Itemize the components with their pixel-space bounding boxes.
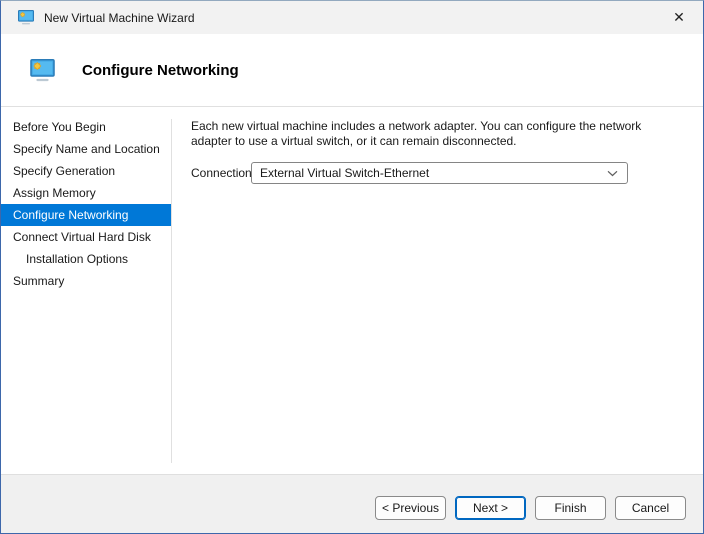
next-button[interactable]: Next >	[455, 496, 526, 520]
wizard-button-label: Next >	[472, 501, 508, 515]
chevron-down-icon	[607, 170, 618, 177]
wizard-page-icon	[30, 58, 55, 82]
sidebar-divider	[171, 119, 172, 463]
wizard-button-label: < Previous	[381, 501, 440, 515]
connection-selected-value: External Virtual Switch-Ethernet	[260, 166, 430, 180]
previous-button[interactable]: < Previous	[375, 496, 446, 520]
wizard-footer: < Previous Next > Finish Cancel	[1, 474, 703, 533]
wizard-step-label: Specify Generation	[13, 164, 116, 178]
connection-select[interactable]: External Virtual Switch-Ethernet	[251, 162, 628, 184]
virtual-machine-icon	[18, 10, 34, 25]
wizard-step-label: Connect Virtual Hard Disk	[13, 230, 151, 244]
close-button[interactable]: ✕	[657, 1, 701, 34]
sidebar-item-specify-generation[interactable]: Specify Generation	[1, 160, 171, 182]
wizard-step-label: Installation Options	[26, 252, 129, 266]
wizard-step-label: Summary	[13, 274, 65, 288]
window-title: New Virtual Machine Wizard	[44, 10, 195, 25]
wizard-step-label: Specify Name and Location	[13, 142, 160, 156]
wizard-step-label: Before You Begin	[13, 120, 106, 134]
sidebar-item-connect-virtual-hard-disk[interactable]: Connect Virtual Hard Disk	[1, 226, 171, 248]
wizard-window: New Virtual Machine Wizard ✕ Configure N…	[0, 0, 704, 534]
wizard-step-label: Assign Memory	[13, 186, 96, 200]
page-title: Configure Networking	[82, 61, 239, 79]
sidebar-item-specify-name-and-location[interactable]: Specify Name and Location	[1, 138, 171, 160]
sidebar-item-before-you-begin[interactable]: Before You Begin	[1, 116, 171, 138]
sidebar-item-assign-memory[interactable]: Assign Memory	[1, 182, 171, 204]
wizard-step-label: Configure Networking	[13, 208, 129, 222]
page-content: Each new virtual machine includes a netw…	[171, 107, 703, 474]
title-bar: New Virtual Machine Wizard ✕	[1, 1, 703, 34]
wizard-button-label: Cancel	[631, 501, 670, 515]
connection-row: Connection: External Virtual Switch-Ethe…	[191, 162, 683, 184]
page-description: Each new virtual machine includes a netw…	[191, 119, 642, 148]
close-icon: ✕	[673, 9, 685, 25]
wizard-header: Configure Networking	[1, 34, 703, 107]
cancel-button[interactable]: Cancel	[615, 496, 686, 520]
finish-button[interactable]: Finish	[535, 496, 606, 520]
wizard-button-label: Finish	[554, 501, 587, 515]
sidebar-item-summary[interactable]: Summary	[1, 270, 171, 292]
sidebar-item-installation-options[interactable]: Installation Options	[1, 248, 171, 270]
sidebar-item-configure-networking[interactable]: Configure Networking	[1, 204, 171, 226]
connection-label: Connection:	[191, 166, 256, 180]
wizard-body: Before You Begin Specify Name and Locati…	[1, 107, 703, 474]
wizard-steps-nav: Before You Begin Specify Name and Locati…	[1, 107, 171, 474]
